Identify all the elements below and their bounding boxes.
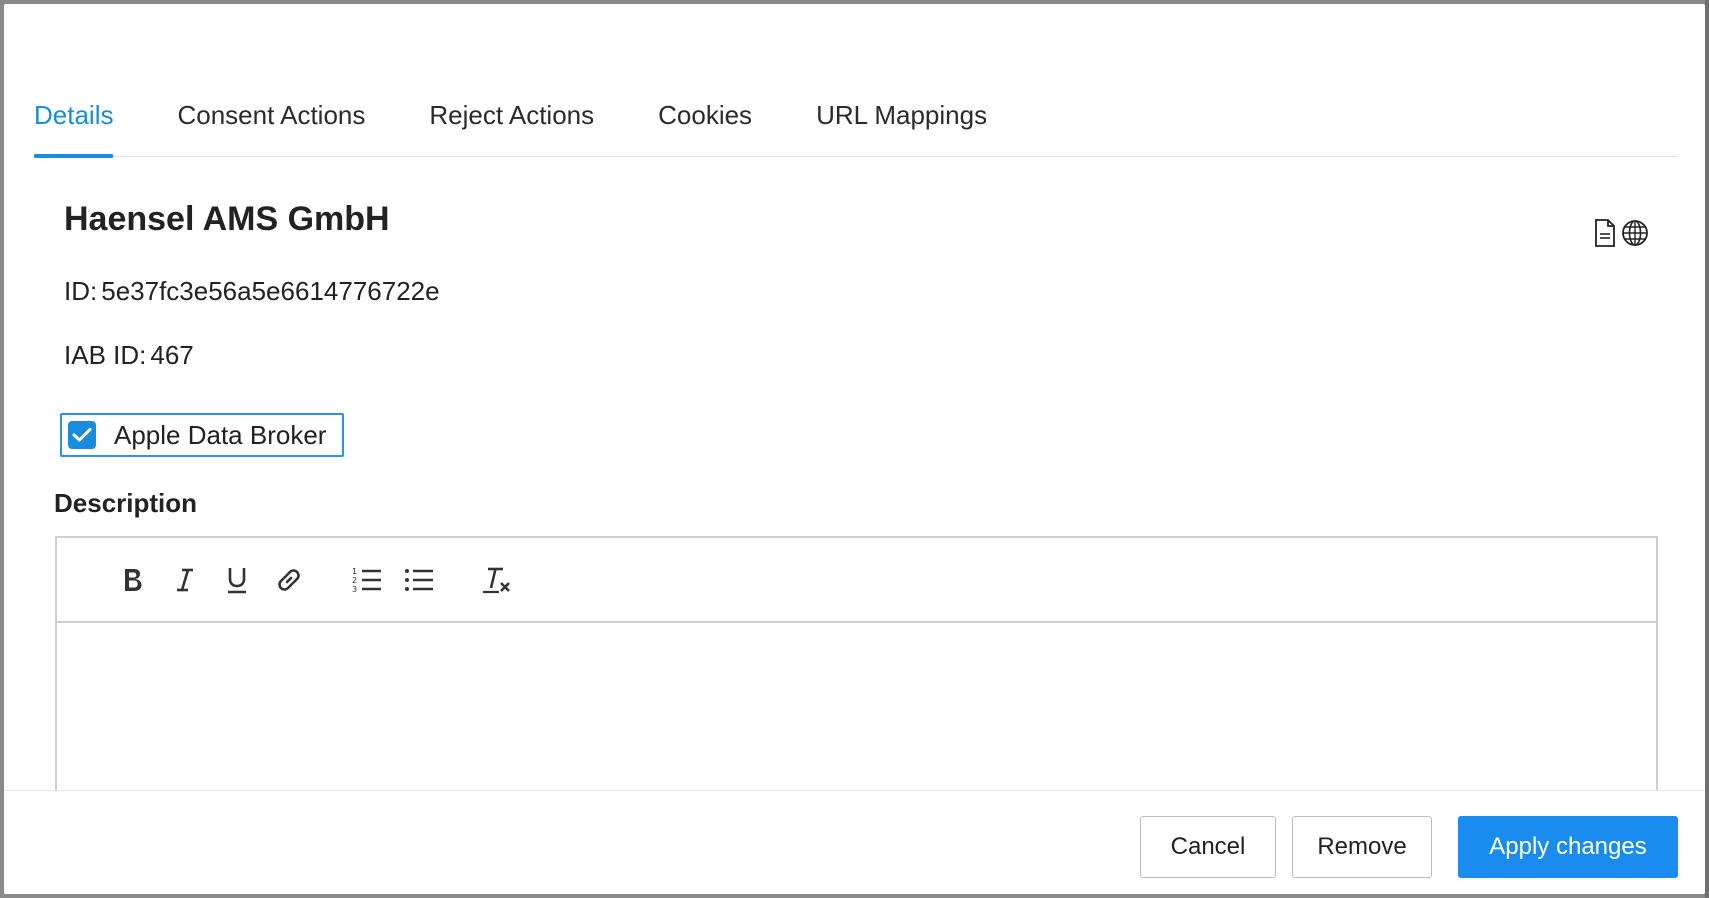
vendor-id: ID: 5e37fc3e56a5e6614776722e [64,276,440,307]
tab-label: Details [34,100,114,130]
tab-details[interactable]: Details [34,88,114,158]
tab-bar: Details Consent Actions Reject Actions C… [34,88,1678,158]
vendor-name: Haensel AMS GmbH [64,200,390,238]
link-icon[interactable] [269,560,309,600]
document-icon[interactable] [1591,218,1619,248]
tab-cookies[interactable]: Cookies [658,88,752,156]
vendor-iab-label: IAB ID: [64,340,147,370]
apple-data-broker-checkbox[interactable]: Apple Data Broker [60,413,344,457]
description-label: Description [54,488,198,518]
checkmark-icon [72,428,92,442]
backdrop [1705,0,1709,898]
modal-footer: Cancel Remove Apply changes [4,790,1705,894]
svg-text:1: 1 [352,567,357,576]
vendor-details-modal: Details Consent Actions Reject Actions C… [4,4,1705,894]
vendor-id-value: 5e37fc3e56a5e6614776722e [101,276,440,306]
bullet-list-icon[interactable] [399,560,439,600]
editor-toolbar: 123 [57,538,1656,623]
tab-label: Consent Actions [177,100,366,130]
cancel-button[interactable]: Cancel [1140,816,1276,878]
vendor-iab-value: 467 [150,340,194,370]
tab-label: Cookies [658,100,753,130]
apply-changes-button[interactable]: Apply changes [1458,816,1678,878]
tab-label: URL Mappings [816,100,988,130]
tab-url-mappings[interactable]: URL Mappings [816,88,987,156]
globe-icon[interactable] [1621,218,1649,248]
tab-consent-actions[interactable]: Consent Actions [177,88,365,156]
ordered-list-icon[interactable]: 123 [347,560,387,600]
checkbox-label: Apple Data Broker [114,419,327,450]
tab-reject-actions[interactable]: Reject Actions [429,88,594,156]
svg-text:3: 3 [352,585,357,594]
remove-button[interactable]: Remove [1292,816,1432,878]
vendor-link-icons [1591,218,1649,248]
checkbox-checked[interactable] [68,421,96,449]
vendor-iab-id: IAB ID: 467 [64,340,194,371]
italic-icon[interactable] [165,560,205,600]
vendor-id-label: ID: [64,276,98,306]
tab-label: Reject Actions [429,100,595,130]
svg-text:2: 2 [352,576,357,585]
clear-format-icon[interactable] [477,560,517,600]
bold-icon[interactable] [113,560,153,600]
underline-icon[interactable] [217,560,257,600]
